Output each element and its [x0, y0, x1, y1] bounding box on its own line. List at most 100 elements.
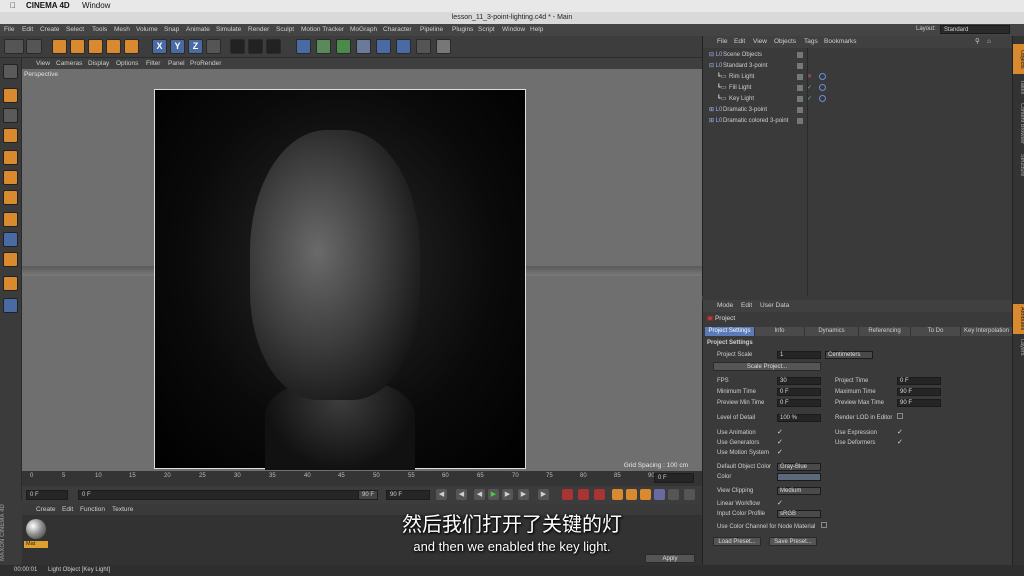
layout-select[interactable]: Standard: [940, 25, 1010, 34]
menu-character[interactable]: Character: [383, 24, 412, 36]
go-end-button[interactable]: ▶: [538, 489, 549, 500]
attr-menu-mode[interactable]: Mode: [717, 300, 733, 312]
attr-menu-edit[interactable]: Edit: [741, 300, 752, 312]
side-tab-objects[interactable]: Objects: [1013, 44, 1024, 74]
model-mode-button[interactable]: [3, 88, 18, 103]
apple-icon[interactable]: : [10, 1, 16, 10]
cloner-button[interactable]: [356, 39, 371, 54]
vp-menu-cameras[interactable]: Cameras: [56, 58, 82, 69]
z-axis-button[interactable]: Z: [188, 39, 203, 54]
next-frame-button[interactable]: ▶: [502, 489, 513, 500]
menu-window[interactable]: Window: [502, 24, 525, 36]
polygons-mode-button[interactable]: [3, 190, 18, 205]
prev-min-field[interactable]: 0 F: [777, 399, 821, 407]
workplane-button[interactable]: [3, 128, 18, 143]
menu-snap[interactable]: Snap: [164, 24, 179, 36]
tab-info[interactable]: Info: [755, 327, 805, 336]
side-tab-layers[interactable]: Layers: [1013, 336, 1024, 358]
max-time-field[interactable]: 90 F: [897, 388, 941, 396]
move-button[interactable]: [70, 39, 85, 54]
apply-button[interactable]: Apply: [645, 554, 695, 563]
make-editable-button[interactable]: [3, 64, 18, 79]
record-button[interactable]: [562, 489, 573, 500]
linear-workflow-checkbox[interactable]: ✓: [777, 499, 783, 507]
use-motion-checkbox[interactable]: ✓: [777, 448, 783, 456]
vp-menu-view[interactable]: View: [36, 58, 50, 69]
record-rotation-button[interactable]: [640, 489, 651, 500]
attr-menu-userdata[interactable]: User Data: [760, 300, 789, 312]
menu-render[interactable]: Render: [248, 24, 269, 36]
floor-button[interactable]: [396, 39, 411, 54]
search-icon[interactable]: ⚲: [975, 36, 980, 48]
render-lod-checkbox[interactable]: [897, 413, 903, 419]
subdivision-button[interactable]: [336, 39, 351, 54]
points-mode-button[interactable]: [3, 150, 18, 165]
obj-menu-tags[interactable]: Tags: [804, 36, 818, 48]
x-axis-button[interactable]: X: [152, 39, 167, 54]
render-region[interactable]: [154, 89, 526, 470]
color-swatch[interactable]: [777, 473, 821, 481]
undo-button[interactable]: [4, 39, 24, 54]
menu-simulate[interactable]: Simulate: [216, 24, 241, 36]
menu-mograph[interactable]: MoGraph: [350, 24, 377, 36]
menu-help[interactable]: Help: [530, 24, 543, 36]
use-deformers-checkbox[interactable]: ✓: [897, 438, 903, 446]
object-row[interactable]: ┗▭ Fill Light ✓: [703, 83, 1013, 93]
snap-button[interactable]: [3, 252, 18, 267]
obj-menu-objects[interactable]: Objects: [774, 36, 796, 48]
timeline[interactable]: 0 5 10 15 20 25 30 35 40 45 50 55 60 65 …: [22, 471, 702, 486]
obj-menu-view[interactable]: View: [753, 36, 767, 48]
coordinate-system-button[interactable]: [206, 39, 221, 54]
prev-frame-button[interactable]: ◀: [474, 489, 485, 500]
menu-edit[interactable]: Edit: [22, 24, 33, 36]
menu-motion-tracker[interactable]: Motion Tracker: [301, 24, 344, 36]
obj-menu-bookmarks[interactable]: Bookmarks: [824, 36, 857, 48]
deformer-button[interactable]: [376, 39, 391, 54]
object-row[interactable]: ⊟ L0 Scene Objects: [703, 50, 1013, 60]
object-row[interactable]: ┗▭ Key Light ✓: [703, 94, 1013, 104]
start-frame-field[interactable]: 0 F: [26, 490, 68, 500]
lod-field[interactable]: 100 %: [777, 414, 821, 422]
prev-key-button[interactable]: ◀: [456, 489, 467, 500]
render-picture-viewer-button[interactable]: [248, 39, 263, 54]
menu-file[interactable]: File: [4, 24, 14, 36]
min-time-field[interactable]: 0 F: [777, 388, 821, 396]
side-tab-takes[interactable]: Takes: [1013, 76, 1024, 98]
layer-button[interactable]: [3, 298, 18, 313]
frame-slider[interactable]: 0 F: [78, 490, 378, 500]
home-icon[interactable]: ⌂: [987, 36, 991, 48]
obj-menu-edit[interactable]: Edit: [734, 36, 745, 48]
tab-project-settings[interactable]: Project Settings: [705, 327, 755, 336]
vp-menu-display[interactable]: Display: [88, 58, 109, 69]
window-menu[interactable]: Window: [82, 1, 110, 10]
record-scale-button[interactable]: [626, 489, 637, 500]
side-tab-content-browser[interactable]: Content Browser: [1013, 100, 1024, 146]
redo-button[interactable]: [26, 39, 42, 54]
edges-mode-button[interactable]: [3, 170, 18, 185]
tab-dynamics[interactable]: Dynamics: [805, 327, 859, 336]
use-animation-checkbox[interactable]: ✓: [777, 428, 783, 436]
next-key-button[interactable]: ▶: [518, 489, 529, 500]
end-frame-field[interactable]: 90 F: [386, 490, 430, 500]
tab-to-do[interactable]: To Do: [911, 327, 961, 336]
obj-menu-file[interactable]: File: [717, 36, 727, 48]
viewport[interactable]: Perspective Grid Spacing : 100 cm: [22, 69, 702, 471]
tweak-mode-button[interactable]: [3, 232, 18, 247]
vp-menu-filter[interactable]: Filter: [146, 58, 160, 69]
magnet-button[interactable]: [3, 276, 18, 291]
prev-max-field[interactable]: 90 F: [897, 399, 941, 407]
autokey-button[interactable]: [578, 489, 589, 500]
record-parameter-button[interactable]: [654, 489, 665, 500]
menu-create[interactable]: Create: [40, 24, 60, 36]
use-generators-checkbox[interactable]: ✓: [777, 438, 783, 446]
use-expression-checkbox[interactable]: ✓: [897, 428, 903, 436]
fps-field[interactable]: 30: [777, 377, 821, 385]
live-selection-button[interactable]: [52, 39, 67, 54]
max-frame-field[interactable]: 90 F: [358, 490, 378, 500]
recent-tool-button[interactable]: [124, 39, 139, 54]
axis-mode-button[interactable]: [3, 212, 18, 227]
tab-referencing[interactable]: Referencing: [859, 327, 911, 336]
side-tab-structure[interactable]: Structure: [1013, 148, 1024, 182]
object-row[interactable]: ┗▭ Rim Light ✕: [703, 72, 1013, 82]
cube-button[interactable]: [296, 39, 311, 54]
